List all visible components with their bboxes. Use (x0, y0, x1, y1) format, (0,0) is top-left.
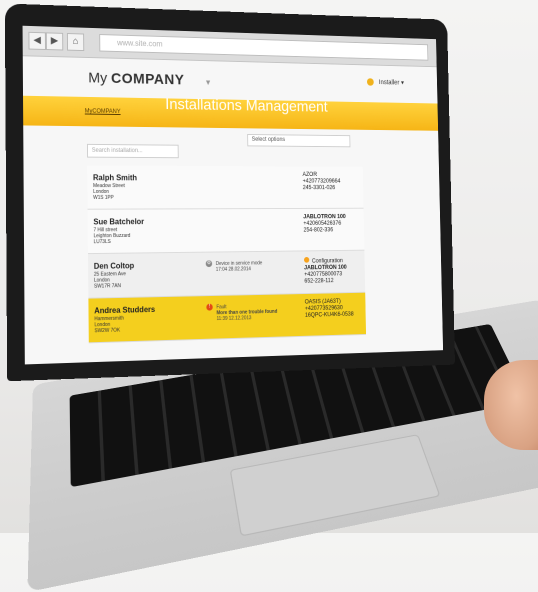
customer-name: Andrea Studders (94, 305, 156, 316)
company-logo[interactable]: My COMPANY ▼ (88, 70, 212, 89)
list-item[interactable]: Andrea Studders Hammersmith London SW2W … (88, 292, 367, 344)
address-bar[interactable]: www.site.com (99, 34, 429, 61)
config-icon (303, 256, 310, 263)
list-item[interactable]: Ralph Smith Meadow Street London W1S 1PP… (87, 165, 364, 210)
user-label: Installer (378, 79, 400, 87)
back-button[interactable]: ◀ (28, 31, 46, 50)
device-info: OASIS (JA63T) +420773529630 16QPC-KU4K6-… (304, 298, 354, 319)
options-select[interactable]: Select options (247, 134, 351, 148)
search-input[interactable]: Search installation... (86, 143, 179, 159)
home-icon[interactable]: ⌂ (66, 33, 85, 52)
user-menu[interactable]: Installer ▾ (366, 78, 405, 87)
customer-name: Sue Batchelor (93, 217, 145, 227)
brand-name: COMPANY (111, 70, 185, 89)
alert-icon: ! (206, 303, 213, 311)
customer-address: Hammersmith London SW2W 7OK (94, 315, 124, 335)
browser-window: ◀ ▶ ⌂ www.site.com My COMPANY ▼ Installe… (22, 25, 444, 365)
forward-button[interactable]: ▶ (45, 32, 64, 51)
laptop-screen: ◀ ▶ ⌂ www.site.com My COMPANY ▼ Installe… (4, 3, 455, 382)
customer-name: Ralph Smith (92, 173, 138, 183)
device-info: AZOR +420773209664 245-3301-026 (302, 172, 341, 191)
brand-prefix: My (88, 69, 108, 87)
customer-name: Den Coltop (93, 261, 135, 271)
service-icon: ⚙ (205, 260, 213, 268)
page-title: Installations Management (165, 96, 328, 116)
chevron-down-icon[interactable]: ▼ (204, 78, 211, 87)
installations-list: Ralph Smith Meadow Street London W1S 1PP… (87, 165, 367, 344)
list-item[interactable]: Den Coltop 25 Eastern Ave London SW17R 7… (87, 250, 366, 299)
user-icon (366, 78, 374, 86)
status-message: ⚙ Device in service mode 17:04 28.02.2014 (205, 260, 263, 273)
laptop-scene: ◀ ▶ ⌂ www.site.com My COMPANY ▼ Installe… (0, 0, 538, 592)
customer-address: Meadow Street London W1S 1PP (93, 183, 125, 201)
breadcrumb[interactable]: MyCOMPANY (85, 109, 121, 115)
status-message: ! Fault More than one trouble found 11:39… (206, 302, 277, 322)
device-info: JABLOTRON 100 +420605426376 254-802-336 (303, 214, 346, 234)
chevron-down-icon: ▾ (400, 79, 405, 87)
customer-address: 25 Eastern Ave London SW17R 7AN (93, 271, 127, 290)
list-item[interactable]: Sue Batchelor 7 Hill street Leighton Buz… (87, 208, 365, 255)
device-info: Configuration JABLOTRON 100 +42077580007… (303, 256, 347, 285)
app-page: My COMPANY ▼ Installer ▾ MyCOMPANY Insta… (22, 56, 444, 365)
customer-address: 7 Hill street Leighton Buzzard LU73LS (93, 227, 131, 246)
